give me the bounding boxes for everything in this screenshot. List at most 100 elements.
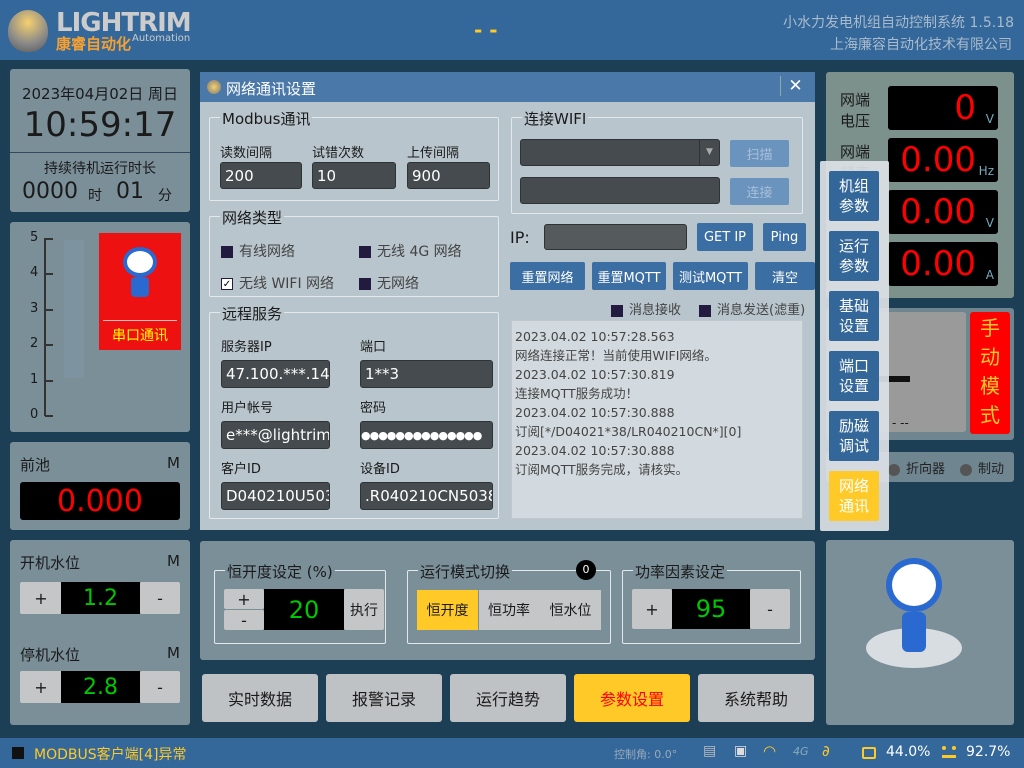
- opening-value: 20: [264, 589, 344, 630]
- checkbox[interactable]: [359, 278, 371, 290]
- start-level-minus[interactable]: -: [140, 582, 180, 614]
- mode-option[interactable]: 恒水位: [540, 590, 601, 630]
- dialog-titlebar: 网络通讯设置 ✕: [200, 72, 815, 102]
- menu-item[interactable]: 基础设置: [829, 291, 879, 341]
- gauge-tick: 1: [30, 371, 39, 387]
- net-type-option[interactable]: 无线 4G 网络: [359, 241, 462, 261]
- port-label: 端口: [360, 340, 387, 355]
- port-input[interactable]: 1**3: [360, 360, 493, 388]
- ip-label: IP:: [510, 228, 530, 247]
- log-line: 2023.04.02 10:57:28.563: [515, 329, 675, 344]
- nav-button[interactable]: 参数设置: [574, 674, 690, 722]
- nav-button[interactable]: 运行趋势: [450, 674, 566, 722]
- ping-button[interactable]: Ping: [763, 223, 806, 251]
- memory-usage: 92.7%: [966, 744, 1011, 760]
- robot-icon: [886, 558, 942, 612]
- net-type-option[interactable]: 无网络: [359, 273, 419, 293]
- mode-option[interactable]: 恒开度: [417, 590, 478, 630]
- manual-mode-badge: 手动模式: [970, 312, 1010, 434]
- minutes: 01: [116, 179, 144, 204]
- log-area[interactable]: 2023.04.02 10:57:28.563 网络连接正常！当前使用WIFI网络…: [511, 320, 803, 519]
- menu-item[interactable]: 机组参数: [829, 171, 879, 221]
- opening-minus[interactable]: -: [224, 610, 264, 630]
- menu-item[interactable]: 运行参数: [829, 231, 879, 281]
- menu-item[interactable]: 网络通讯: [829, 471, 879, 521]
- serial-comm-label: 串口通讯: [112, 328, 168, 344]
- action-button[interactable]: 重置MQTT: [592, 262, 666, 290]
- level-bar: [64, 240, 84, 378]
- stop-level-plus[interactable]: +: [20, 671, 62, 703]
- user-input[interactable]: e***@lightrim.cn: [221, 421, 330, 449]
- get-ip-button[interactable]: GET IP: [697, 223, 753, 251]
- stop-level-unit: M: [167, 644, 180, 662]
- nav-button[interactable]: 报警记录: [326, 674, 442, 722]
- status-bar: MODBUS客户端[4]异常 控制角: 0.0° ▤ ▣ ◠ 4G ∂ 44.0…: [0, 738, 1024, 768]
- msg-send-checkbox[interactable]: 消息发送(滤重): [699, 299, 805, 318]
- reading-value: 0V: [888, 86, 998, 130]
- gauge-tick: 3: [30, 300, 39, 316]
- pf-minus[interactable]: -: [750, 589, 790, 629]
- action-button[interactable]: 清空: [755, 262, 815, 290]
- log-line: 2023.04.02 10:57:30.819: [515, 367, 675, 382]
- menu-item[interactable]: 励磁调试: [829, 411, 879, 461]
- nav-button[interactable]: 实时数据: [202, 674, 318, 722]
- connect-button[interactable]: 连接: [730, 178, 789, 205]
- stop-level-minus[interactable]: -: [140, 671, 180, 703]
- start-level-label: 开机水位: [20, 554, 81, 572]
- wifi-ssid-select[interactable]: ▼: [520, 139, 720, 166]
- scan-button[interactable]: 扫描: [730, 140, 789, 167]
- modbus-field-label: 读数间隔: [220, 146, 273, 161]
- mode-option[interactable]: 恒功率: [478, 590, 540, 630]
- modbus-field-input[interactable]: 900: [407, 162, 490, 189]
- reading-value: 0.00 A: [888, 242, 998, 286]
- company-name: 上海廉容自动化技术有限公司: [830, 37, 1012, 53]
- time: 10:59:17: [23, 105, 177, 145]
- ip-input[interactable]: [544, 224, 687, 250]
- serial-comm-badge[interactable]: 串口通讯: [99, 233, 181, 350]
- password-label: 密码: [360, 401, 387, 416]
- reading-value: 0.00 Hz: [888, 138, 998, 182]
- checkbox[interactable]: [221, 246, 233, 258]
- pf-plus[interactable]: +: [632, 589, 672, 629]
- action-button[interactable]: 重置网络: [510, 262, 585, 290]
- log-line: 2023.04.02 10:57:30.888: [515, 443, 675, 458]
- start-level-value: 1.2: [61, 582, 140, 614]
- device-input[interactable]: .R040210CN5038: [360, 482, 493, 510]
- client-input[interactable]: D040210U5038: [221, 482, 330, 510]
- clock-panel: 2023年04月02日 周日 10:59:17 持续待机运行时长 0000 时 …: [10, 69, 190, 212]
- nav-button[interactable]: 系统帮助: [698, 674, 814, 722]
- net-type-option[interactable]: ✓ 无线 WIFI 网络: [221, 273, 334, 293]
- header-center: - -: [474, 18, 498, 42]
- minutes-unit: 分: [158, 188, 172, 204]
- dialog-icon: [207, 80, 221, 94]
- checkbox[interactable]: ✓: [221, 278, 233, 290]
- modbus-field-label: 试错次数: [312, 146, 365, 161]
- close-button[interactable]: ✕: [780, 76, 810, 96]
- control-angle: 控制角: 0.0°: [614, 748, 678, 761]
- robot-panel: [826, 540, 1014, 725]
- server_ip-input[interactable]: 47.100.***.145: [221, 360, 330, 388]
- network-icon: ▣: [734, 743, 748, 759]
- checkbox[interactable]: [359, 246, 371, 258]
- indicator-brake: 制动: [960, 458, 1004, 477]
- opening-plus[interactable]: +: [224, 589, 264, 609]
- execute-button[interactable]: 执行: [344, 589, 384, 630]
- wifi-password-input[interactable]: [520, 177, 720, 204]
- chevron-down-icon: ▼: [699, 140, 719, 165]
- water-level-panel: 开机水位 M + 1.2 - 停机水位 M + 2.8 -: [10, 540, 190, 725]
- msg-recv-checkbox[interactable]: 消息接收: [611, 299, 681, 318]
- reading-value: 0.00 V: [888, 190, 998, 234]
- stop-level-label: 停机水位: [20, 646, 81, 664]
- modbus-field-input[interactable]: 200: [220, 162, 302, 189]
- status-message: MODBUS客户端[4]异常: [34, 747, 187, 763]
- net-type-option[interactable]: 有线网络: [221, 241, 295, 261]
- modbus-field-input[interactable]: 10: [312, 162, 396, 189]
- menu-item[interactable]: 端口设置: [829, 351, 879, 401]
- password-input[interactable]: ●●●●●●●●●●●●●●: [360, 421, 493, 449]
- settings-menu: 机组参数运行参数基础设置端口设置励磁调试网络通讯: [820, 161, 889, 531]
- reading-label: 网端电压: [840, 91, 871, 130]
- start-level-plus[interactable]: +: [20, 582, 62, 614]
- action-button[interactable]: 测试MQTT: [673, 262, 748, 290]
- log-line: 连接MQTT服务成功！: [515, 386, 639, 401]
- device-label: 设备ID: [360, 462, 400, 477]
